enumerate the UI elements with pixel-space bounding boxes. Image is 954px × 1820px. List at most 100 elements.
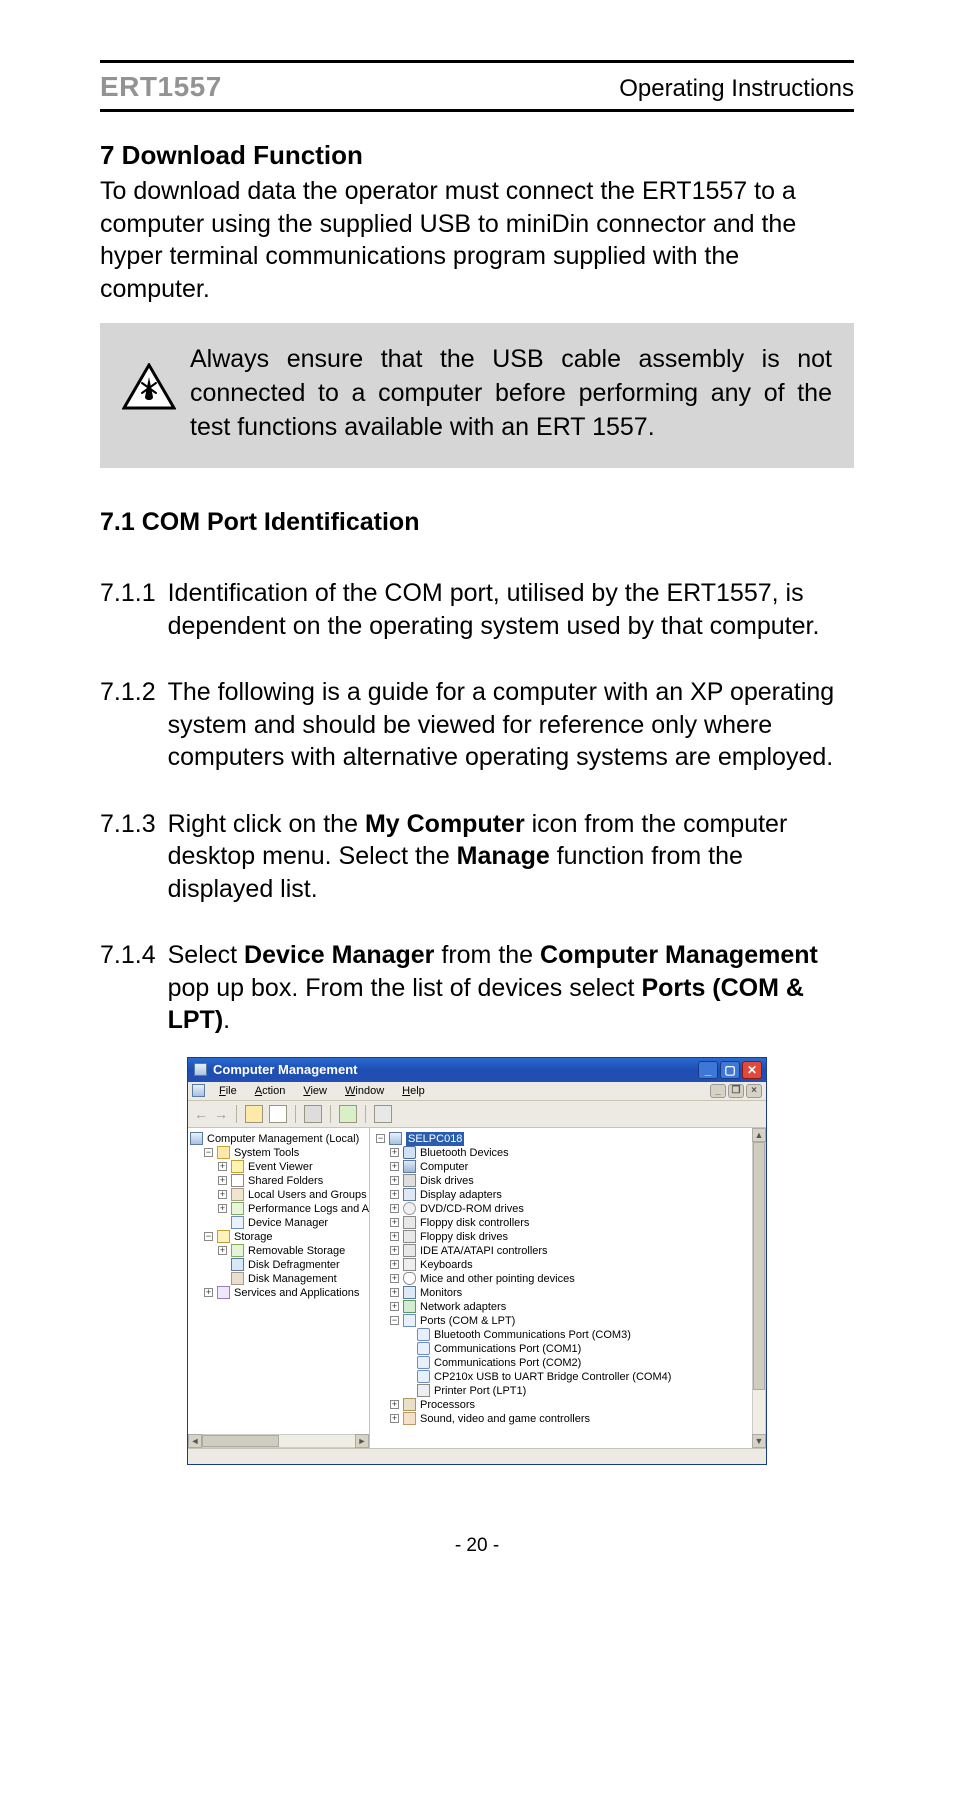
collapse-icon[interactable]: − bbox=[376, 1134, 385, 1143]
tree-item[interactable]: −Ports (COM & LPT) bbox=[390, 1314, 766, 1328]
expand-icon[interactable]: + bbox=[390, 1232, 399, 1241]
tree-item[interactable]: + Processors bbox=[390, 1398, 766, 1412]
tree-item[interactable]: +Event Viewer bbox=[218, 1160, 367, 1174]
expand-icon[interactable]: + bbox=[390, 1260, 399, 1269]
tree-item[interactable]: +DVD/CD-ROM drives bbox=[390, 1202, 766, 1216]
scroll-thumb[interactable] bbox=[753, 1142, 765, 1390]
expand-icon[interactable]: + bbox=[390, 1218, 399, 1227]
tree-item[interactable]: +Floppy disk controllers bbox=[390, 1216, 766, 1230]
menu-file[interactable]: File bbox=[211, 1084, 245, 1098]
tree-item[interactable]: + Bluetooth Devices bbox=[390, 1146, 766, 1160]
tree-item[interactable]: + Services and Applications bbox=[204, 1286, 367, 1300]
print-icon[interactable] bbox=[304, 1105, 322, 1123]
spacer bbox=[404, 1330, 413, 1339]
expand-icon[interactable]: + bbox=[218, 1162, 227, 1171]
tree-item[interactable]: +Disk drives bbox=[390, 1174, 766, 1188]
scroll-track[interactable] bbox=[752, 1142, 766, 1434]
menu-action[interactable]: Action bbox=[247, 1084, 294, 1098]
tree-item[interactable]: − System Tools bbox=[204, 1146, 367, 1160]
scroll-right-button[interactable]: ► bbox=[355, 1434, 369, 1448]
expand-icon[interactable]: + bbox=[390, 1288, 399, 1297]
expand-icon[interactable]: + bbox=[390, 1204, 399, 1213]
mdi-restore-button[interactable]: ❐ bbox=[728, 1084, 744, 1098]
back-button[interactable]: ← bbox=[194, 1106, 208, 1122]
tree-item[interactable]: +Monitors bbox=[390, 1286, 766, 1300]
expand-icon[interactable]: + bbox=[390, 1162, 399, 1171]
tree-item[interactable]: +Sound, video and game controllers bbox=[390, 1412, 766, 1426]
expand-icon[interactable]: + bbox=[390, 1148, 399, 1157]
node-label: Shared Folders bbox=[248, 1174, 323, 1188]
maximize-button[interactable]: ▢ bbox=[720, 1061, 740, 1079]
menu-window[interactable]: Window bbox=[337, 1084, 392, 1098]
scroll-down-button[interactable]: ▼ bbox=[752, 1434, 766, 1448]
tree-item[interactable]: − Storage bbox=[204, 1230, 367, 1244]
display-adapters-icon bbox=[403, 1188, 416, 1201]
menu-view[interactable]: View bbox=[295, 1084, 335, 1098]
scroll-thumb[interactable] bbox=[202, 1435, 279, 1447]
up-icon[interactable] bbox=[245, 1105, 263, 1123]
tree-item[interactable]: Disk Defragmenter bbox=[218, 1258, 367, 1272]
tree-item[interactable]: CP210x USB to UART Bridge Controller (CO… bbox=[404, 1370, 766, 1384]
expand-icon[interactable]: + bbox=[390, 1190, 399, 1199]
tree-item[interactable]: +Performance Logs and Alerts bbox=[218, 1202, 367, 1216]
tree-item[interactable]: Communications Port (COM2) bbox=[404, 1356, 766, 1370]
node-label: Mice and other pointing devices bbox=[420, 1272, 575, 1286]
help-icon[interactable] bbox=[374, 1105, 392, 1123]
expand-icon[interactable]: + bbox=[218, 1190, 227, 1199]
node-label: Processors bbox=[420, 1398, 475, 1412]
collapse-icon[interactable]: − bbox=[204, 1148, 213, 1157]
expand-icon[interactable]: + bbox=[390, 1302, 399, 1311]
scroll-up-button[interactable]: ▲ bbox=[752, 1128, 766, 1142]
menu-help[interactable]: Help bbox=[394, 1084, 433, 1098]
expand-icon[interactable]: + bbox=[390, 1414, 399, 1423]
tree-root[interactable]: Computer Management (Local) bbox=[190, 1132, 367, 1146]
expand-icon[interactable]: + bbox=[390, 1400, 399, 1409]
tree-item[interactable]: +Computer bbox=[390, 1160, 766, 1174]
toolbar-separator bbox=[236, 1105, 237, 1123]
tree-item[interactable]: Bluetooth Communications Port (COM3) bbox=[404, 1328, 766, 1342]
tree-item[interactable]: + Shared Folders bbox=[218, 1174, 367, 1188]
tree-item[interactable]: + Mice and other pointing devices bbox=[390, 1272, 766, 1286]
xp-right-pane: − SELPC018 +Bluetooth Devices +Computer … bbox=[370, 1128, 766, 1448]
tree-item[interactable]: +Display adapters bbox=[390, 1188, 766, 1202]
xp-titlebar[interactable]: Computer Management _ ▢ ✕ bbox=[188, 1058, 766, 1082]
expand-icon[interactable]: + bbox=[218, 1204, 227, 1213]
disk-management-icon bbox=[231, 1272, 244, 1285]
properties-icon[interactable] bbox=[269, 1105, 287, 1123]
node-label: Bluetooth Devices bbox=[420, 1146, 509, 1160]
mdi-close-button[interactable]: × bbox=[746, 1084, 762, 1098]
tree-item[interactable]: +IDE ATA/ATAPI controllers bbox=[390, 1244, 766, 1258]
vertical-scrollbar[interactable]: ▲ ▼ bbox=[752, 1128, 766, 1448]
xp-left-pane: Computer Management (Local) − System Too… bbox=[188, 1128, 370, 1448]
forward-button[interactable]: → bbox=[214, 1106, 228, 1122]
scroll-left-button[interactable]: ◄ bbox=[188, 1434, 202, 1448]
performance-icon bbox=[231, 1202, 244, 1215]
close-button[interactable]: ✕ bbox=[742, 1061, 762, 1079]
sound-icon bbox=[403, 1412, 416, 1425]
tree-item[interactable]: +Floppy disk drives bbox=[390, 1230, 766, 1244]
expand-icon[interactable]: + bbox=[218, 1246, 227, 1255]
expand-icon[interactable]: + bbox=[204, 1288, 213, 1297]
minimize-button[interactable]: _ bbox=[698, 1061, 718, 1079]
expand-icon[interactable]: + bbox=[218, 1176, 227, 1185]
refresh-icon[interactable] bbox=[339, 1105, 357, 1123]
collapse-icon[interactable]: − bbox=[390, 1316, 399, 1325]
expand-icon[interactable]: + bbox=[390, 1274, 399, 1283]
tree-item[interactable]: +Network adapters bbox=[390, 1300, 766, 1314]
collapse-icon[interactable]: − bbox=[204, 1232, 213, 1241]
tree-item[interactable]: +Keyboards bbox=[390, 1258, 766, 1272]
horizontal-scrollbar[interactable]: ◄ ► bbox=[188, 1434, 369, 1448]
xp-status-bar bbox=[188, 1448, 766, 1464]
tree-root[interactable]: − SELPC018 bbox=[376, 1132, 766, 1146]
tree-item[interactable]: Printer Port (LPT1) bbox=[404, 1384, 766, 1398]
mdi-minimize-button[interactable]: _ bbox=[710, 1084, 726, 1098]
tree-item[interactable]: Disk Management bbox=[218, 1272, 367, 1286]
scroll-track[interactable] bbox=[202, 1434, 355, 1448]
spacer bbox=[404, 1344, 413, 1353]
tree-item[interactable]: +Local Users and Groups bbox=[218, 1188, 367, 1202]
expand-icon[interactable]: + bbox=[390, 1176, 399, 1185]
tree-item[interactable]: Communications Port (COM1) bbox=[404, 1342, 766, 1356]
expand-icon[interactable]: + bbox=[390, 1246, 399, 1255]
tree-item[interactable]: Device Manager bbox=[218, 1216, 367, 1230]
tree-item[interactable]: +Removable Storage bbox=[218, 1244, 367, 1258]
